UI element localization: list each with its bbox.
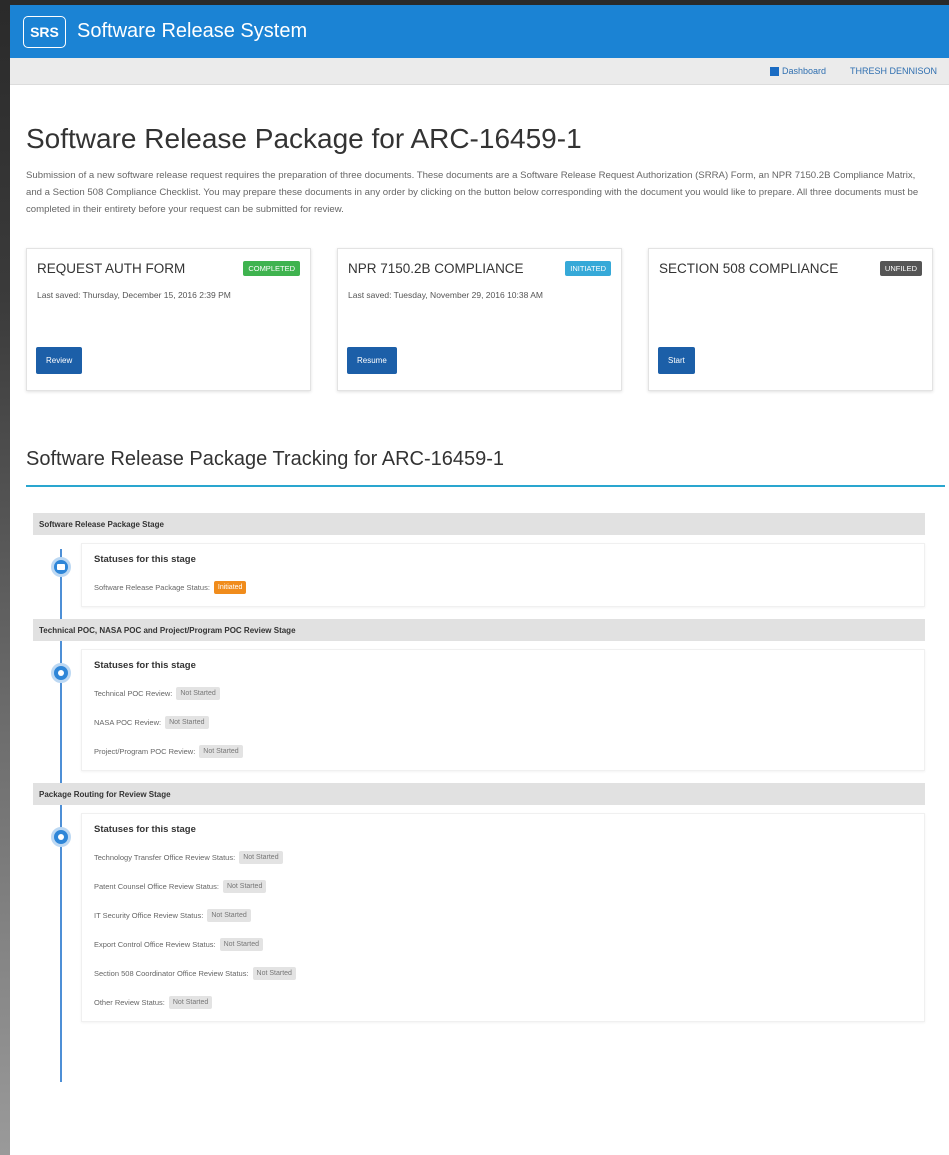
- status-badge: COMPLETED: [243, 261, 300, 276]
- status-row: Export Control Office Review Status: Not…: [94, 938, 912, 951]
- dashboard-label: Dashboard: [781, 66, 826, 76]
- tracking-title: Software Release Package Tracking for AR…: [26, 448, 945, 487]
- review-button[interactable]: Review: [36, 347, 83, 374]
- card-title: REQUEST AUTH FORM: [37, 261, 186, 276]
- document-cards: REQUEST AUTH FORM COMPLETED Last saved: …: [26, 248, 933, 391]
- status-row: Other Review Status: Not Started: [94, 996, 912, 1009]
- status-pill: Not Started: [252, 967, 296, 980]
- status-label: Section 508 Coordinator Office Review St…: [94, 969, 249, 978]
- status-row: Software Release Package Status: Initiat…: [94, 581, 912, 594]
- status-pill: Not Started: [199, 745, 243, 758]
- resume-button[interactable]: Resume: [347, 347, 397, 374]
- dashboard-icon: [769, 66, 779, 76]
- start-button[interactable]: Start: [658, 347, 695, 374]
- app-page: SRS Software Release System Dashboard TH…: [10, 5, 949, 1155]
- status-row: Technology Transfer Office Review Status…: [94, 851, 912, 864]
- main-content: Software Release Package for ARC-16459-1…: [10, 123, 949, 1082]
- status-pill: Not Started: [222, 880, 267, 893]
- stage-panel-heading: Statuses for this stage: [94, 660, 196, 671]
- tracking-timeline: Software Release Package Stage Statuses …: [33, 513, 925, 1082]
- app-logo[interactable]: SRS: [23, 15, 66, 48]
- stage-panel: Statuses for this stage Technical POC Re…: [81, 649, 925, 771]
- status-label: Export Control Office Review Status:: [94, 940, 216, 949]
- folder-icon: [51, 557, 71, 577]
- status-label: Software Release Package Status:: [94, 583, 210, 592]
- status-row: Technical POC Review: Not Started: [94, 687, 912, 700]
- card-title: NPR 7150.2B COMPLIANCE: [348, 261, 524, 276]
- status-label: Technology Transfer Office Review Status…: [94, 853, 236, 862]
- status-pill: Initiated: [213, 581, 247, 594]
- intro-text: Submission of a new software release req…: [26, 170, 919, 215]
- status-badge: INITIATED: [565, 261, 611, 276]
- dashboard-link[interactable]: Dashboard: [769, 66, 826, 76]
- user-menu[interactable]: THRESH DENNISON: [850, 66, 937, 76]
- status-label: IT Security Office Review Status:: [94, 911, 204, 920]
- stage-panel-heading: Statuses for this stage: [94, 824, 196, 835]
- last-saved: Last saved: Thursday, December 15, 2016 …: [37, 290, 231, 300]
- status-label: NASA POC Review:: [94, 718, 162, 727]
- stage-header: Package Routing for Review Stage: [33, 783, 925, 805]
- card-request-auth-form: REQUEST AUTH FORM COMPLETED Last saved: …: [26, 248, 311, 391]
- stage-panel: Statuses for this stage Technology Trans…: [81, 813, 925, 1022]
- stage-panel: Statuses for this stage Software Release…: [81, 543, 925, 607]
- status-row: IT Security Office Review Status: Not St…: [94, 909, 912, 922]
- stage-panel-heading: Statuses for this stage: [94, 554, 196, 565]
- user-icon: [51, 827, 71, 847]
- last-saved: Last saved: Tuesday, November 29, 2016 1…: [348, 290, 543, 300]
- card-section-508-compliance: SECTION 508 COMPLIANCE UNFILED Start: [648, 248, 933, 391]
- stage-header: Software Release Package Stage: [33, 513, 925, 535]
- app-title[interactable]: Software Release System: [77, 20, 307, 43]
- status-label: Technical POC Review:: [94, 689, 173, 698]
- card-title: SECTION 508 COMPLIANCE: [659, 261, 839, 276]
- status-label: Other Review Status:: [94, 998, 165, 1007]
- status-label: Project/Program POC Review:: [94, 747, 196, 756]
- status-pill: Not Started: [239, 851, 283, 864]
- card-npr-compliance: NPR 7150.2B COMPLIANCE INITIATED Last sa…: [337, 248, 622, 391]
- status-pill: Not Started: [168, 996, 213, 1009]
- status-pill: Not Started: [165, 716, 209, 729]
- top-bar: SRS Software Release System: [10, 5, 949, 58]
- stage-header: Technical POC, NASA POC and Project/Prog…: [33, 619, 925, 641]
- status-row: Patent Counsel Office Review Status: Not…: [94, 880, 912, 893]
- status-row: Project/Program POC Review: Not Started: [94, 745, 912, 758]
- user-icon: [51, 663, 71, 683]
- sub-nav: Dashboard THRESH DENNISON: [10, 58, 949, 85]
- status-pill: Not Started: [207, 909, 251, 922]
- status-pill: Not Started: [219, 938, 264, 951]
- status-badge: UNFILED: [879, 261, 922, 276]
- status-row: Section 508 Coordinator Office Review St…: [94, 967, 912, 980]
- page-title: Software Release Package for ARC-16459-1: [26, 123, 582, 154]
- status-label: Patent Counsel Office Review Status:: [94, 882, 219, 891]
- status-row: NASA POC Review: Not Started: [94, 716, 912, 729]
- status-pill: Not Started: [176, 687, 220, 700]
